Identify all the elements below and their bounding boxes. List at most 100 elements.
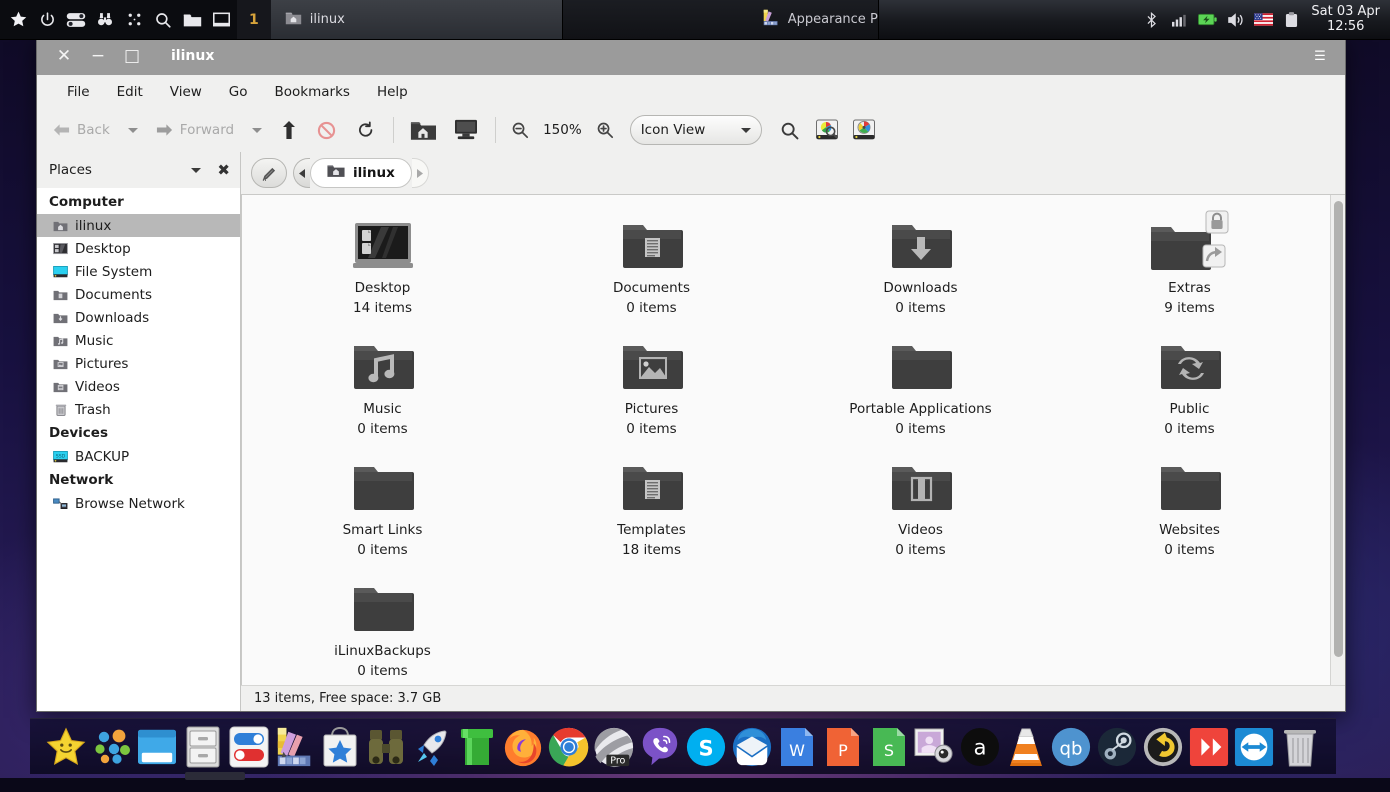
- viber-icon[interactable]: [638, 725, 682, 769]
- grid-dots-icon[interactable]: [124, 10, 144, 30]
- file-cabinet-icon[interactable]: [181, 725, 225, 769]
- file-item[interactable]: Music 0 items: [248, 328, 517, 449]
- file-item[interactable]: Portable Applications 0 items: [786, 328, 1055, 449]
- file-item[interactable]: Extras 9 items: [1055, 207, 1324, 328]
- sidebar-item-ilinux[interactable]: ilinux: [37, 214, 240, 237]
- file-item[interactable]: Downloads 0 items: [786, 207, 1055, 328]
- file-item[interactable]: Public 0 items: [1055, 328, 1324, 449]
- binoculars-icon[interactable]: [95, 10, 115, 30]
- computer-button[interactable]: [445, 114, 487, 146]
- icon-view[interactable]: Desktop 14 items Documents 0 items Downl…: [242, 195, 1330, 685]
- menu-view[interactable]: View: [158, 79, 214, 105]
- maximize-button[interactable]: □: [115, 41, 149, 71]
- reload-button[interactable]: [347, 114, 385, 146]
- us-flag-icon[interactable]: [1254, 11, 1274, 28]
- stop-button[interactable]: [307, 114, 346, 146]
- blue-window-icon[interactable]: [135, 725, 179, 769]
- smiley-star-icon[interactable]: [44, 725, 88, 769]
- close-icon[interactable]: ✖: [217, 161, 230, 179]
- volume-icon[interactable]: [1226, 11, 1245, 28]
- menu-file[interactable]: File: [55, 79, 102, 105]
- file-item[interactable]: Websites 0 items: [1055, 449, 1324, 570]
- menu-edit[interactable]: Edit: [105, 79, 155, 105]
- breadcrumb-ilinux[interactable]: ilinux: [310, 158, 412, 188]
- back-button[interactable]: Back: [45, 114, 118, 146]
- close-button[interactable]: ✕: [47, 41, 81, 71]
- green-pipe-icon[interactable]: [455, 725, 499, 769]
- disk-analyzer-button[interactable]: [809, 114, 845, 146]
- chevron-down-icon[interactable]: [191, 167, 202, 173]
- teamviewer-icon[interactable]: [1232, 725, 1276, 769]
- search-icon[interactable]: [153, 10, 173, 30]
- back-history-dropdown[interactable]: [119, 114, 147, 146]
- sidebar-item-desktop[interactable]: Desktop: [37, 237, 240, 260]
- skype-icon[interactable]: S: [684, 725, 728, 769]
- sidebar-item-browse-network[interactable]: Browse Network: [37, 492, 240, 515]
- impress-p-icon[interactable]: P: [821, 725, 865, 769]
- minimize-button[interactable]: −: [81, 41, 115, 71]
- rocket-icon[interactable]: [410, 725, 454, 769]
- chrome-icon[interactable]: [547, 725, 591, 769]
- folder-icon[interactable]: [182, 10, 202, 30]
- thunderbird-icon[interactable]: [730, 725, 774, 769]
- binoculars-icon[interactable]: [364, 725, 408, 769]
- vlc-cone-icon[interactable]: [1004, 725, 1048, 769]
- bluetooth-icon[interactable]: [1142, 11, 1161, 28]
- qbittorrent-icon[interactable]: qb: [1049, 725, 1093, 769]
- amazon-a-icon[interactable]: a: [958, 725, 1002, 769]
- window-icon[interactable]: [211, 10, 231, 30]
- clock[interactable]: Sat 03 Apr 12:56: [1307, 0, 1390, 39]
- shopping-bag-star-icon[interactable]: [318, 725, 362, 769]
- file-item[interactable]: Documents 0 items: [517, 207, 786, 328]
- forward-button[interactable]: Forward: [148, 114, 242, 146]
- scrollbar-thumb[interactable]: [1334, 201, 1343, 657]
- sidebar-item-pictures[interactable]: Pictures: [37, 352, 240, 375]
- file-item[interactable]: Videos 0 items: [786, 449, 1055, 570]
- file-item[interactable]: Pictures 0 items: [517, 328, 786, 449]
- task-button-ilinux[interactable]: ilinux: [270, 0, 563, 39]
- toggles-icon[interactable]: [227, 725, 271, 769]
- workspace-indicator[interactable]: 1: [237, 0, 271, 39]
- forward-history-dropdown[interactable]: [243, 114, 271, 146]
- star-icon[interactable]: [8, 10, 28, 30]
- sidebar-item-documents[interactable]: Documents: [37, 283, 240, 306]
- zoom-in-button[interactable]: [589, 114, 621, 146]
- sidebar-item-backup[interactable]: SSD BACKUP: [37, 445, 240, 468]
- sidebar-item-trash[interactable]: Trash: [37, 398, 240, 421]
- vertical-scrollbar[interactable]: [1330, 195, 1345, 685]
- signal-icon[interactable]: [1170, 11, 1189, 28]
- anydesk-icon[interactable]: [1187, 725, 1231, 769]
- hamburger-menu-icon[interactable]: ☰: [1305, 41, 1335, 71]
- disk-info-button[interactable]: [846, 114, 882, 146]
- zoom-out-button[interactable]: [504, 114, 536, 146]
- file-item[interactable]: Desktop 14 items: [248, 207, 517, 328]
- menu-go[interactable]: Go: [217, 79, 260, 105]
- calc-s-icon[interactable]: S: [867, 725, 911, 769]
- power-icon[interactable]: [37, 10, 57, 30]
- colored-dots-icon[interactable]: [90, 725, 134, 769]
- pro-browser-icon[interactable]: Pro: [592, 725, 636, 769]
- color-palette-icon[interactable]: [273, 725, 317, 769]
- screenshot-icon[interactable]: [912, 725, 956, 769]
- trash-bin-icon[interactable]: [1278, 725, 1322, 769]
- task-button-appearance[interactable]: Appearance Preferences: [562, 0, 879, 39]
- battery-icon[interactable]: [1198, 11, 1218, 28]
- search-button[interactable]: [771, 114, 808, 146]
- writer-w-icon[interactable]: W: [775, 725, 819, 769]
- breadcrumb-prev-button[interactable]: [293, 158, 310, 188]
- menu-help[interactable]: Help: [365, 79, 420, 105]
- steam-icon[interactable]: [1095, 725, 1139, 769]
- clipboard-icon[interactable]: [1282, 11, 1301, 28]
- sidebar-item-downloads[interactable]: Downloads: [37, 306, 240, 329]
- up-button[interactable]: [272, 114, 306, 146]
- pencil-icon[interactable]: [251, 158, 287, 188]
- breadcrumb-next-button[interactable]: [411, 158, 429, 188]
- firefox-icon[interactable]: [501, 725, 545, 769]
- toggles-icon[interactable]: [66, 10, 86, 30]
- sidebar-item-file-system[interactable]: File System: [37, 260, 240, 283]
- sidebar-item-music[interactable]: Music: [37, 329, 240, 352]
- file-item[interactable]: iLinuxBackups 0 items: [248, 570, 517, 685]
- home-button[interactable]: [402, 114, 444, 146]
- file-item[interactable]: Smart Links 0 items: [248, 449, 517, 570]
- sidebar-item-videos[interactable]: Videos: [37, 375, 240, 398]
